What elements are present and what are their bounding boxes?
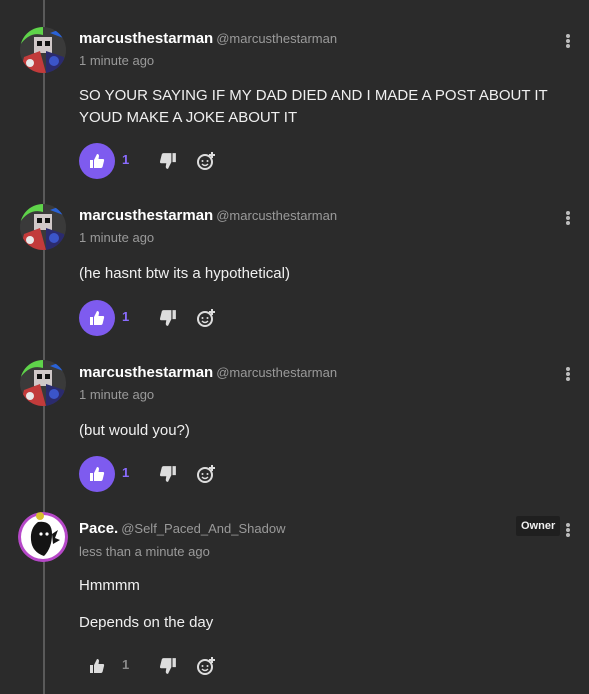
comment-line: (but would you?) <box>79 422 190 439</box>
more-vertical-icon[interactable] <box>562 366 574 384</box>
avatar[interactable] <box>20 27 66 73</box>
like-button[interactable] <box>79 456 115 492</box>
avatar[interactable] <box>20 360 66 406</box>
comment-header: marcusthestarman @marcusthestarman <box>79 207 337 225</box>
more-vertical-icon[interactable] <box>562 33 574 51</box>
thumbs-down-icon[interactable] <box>159 309 177 327</box>
user-handle: @marcusthestarman <box>216 31 338 46</box>
user-handle: @marcusthestarman <box>216 365 338 380</box>
like-count: 1 <box>122 657 130 672</box>
timestamp[interactable]: 1 minute ago <box>79 53 154 68</box>
avatar[interactable] <box>20 204 66 250</box>
more-vertical-icon[interactable] <box>562 210 574 228</box>
username[interactable]: marcusthestarman <box>79 364 213 381</box>
avatar-image <box>20 204 66 250</box>
like-button[interactable] <box>79 648 115 684</box>
comment-actions: 1 <box>79 143 279 179</box>
timestamp[interactable]: 1 minute ago <box>79 387 154 402</box>
add-reaction-icon[interactable] <box>196 308 216 328</box>
like-count: 1 <box>122 152 130 167</box>
timestamp[interactable]: less than a minute ago <box>79 544 210 559</box>
username[interactable]: Pace. <box>79 520 118 537</box>
comment-text: Hmmmm Depends on the day <box>79 575 559 634</box>
like-count: 1 <box>122 465 130 480</box>
comment-header: marcusthestarman @marcusthestarman <box>79 30 337 48</box>
comment-actions: 1 <box>79 648 279 684</box>
avatar-image <box>20 360 66 406</box>
like-button[interactable] <box>79 143 115 179</box>
more-vertical-icon[interactable] <box>562 522 574 540</box>
thread-line <box>43 0 45 694</box>
comment-actions: 1 <box>79 456 279 492</box>
owner-badge: Owner <box>516 516 561 536</box>
comment-actions: 1 <box>79 300 279 336</box>
thumbs-up-icon <box>90 311 105 325</box>
avatar-image <box>20 27 66 73</box>
thumbs-down-icon[interactable] <box>159 152 177 170</box>
thumbs-up-icon <box>90 154 105 168</box>
thumbs-up-icon <box>90 467 105 481</box>
comment-line: YOUD MAKE A JOKE ABOUT IT <box>79 109 298 126</box>
avatar[interactable] <box>18 512 68 562</box>
thumbs-down-icon[interactable] <box>159 657 177 675</box>
comment-text: (but would you?) <box>79 420 559 442</box>
user-handle: @Self_Paced_And_Shadow <box>121 521 286 536</box>
like-button[interactable] <box>79 300 115 336</box>
username[interactable]: marcusthestarman <box>79 30 213 47</box>
like-count: 1 <box>122 309 130 324</box>
thumbs-up-icon <box>90 659 105 673</box>
add-reaction-icon[interactable] <box>196 151 216 171</box>
comment-line: (he hasnt btw its a hypothetical) <box>79 265 290 282</box>
comment-text: SO YOUR SAYING IF MY DAD DIED AND I MADE… <box>79 85 559 129</box>
thumbs-down-icon[interactable] <box>159 465 177 483</box>
comment-line: Hmmmm <box>79 577 140 594</box>
username[interactable]: marcusthestarman <box>79 207 213 224</box>
comment-line: SO YOUR SAYING IF MY DAD DIED AND I MADE… <box>79 87 548 104</box>
comment-header: marcusthestarman @marcusthestarman <box>79 364 337 382</box>
timestamp[interactable]: 1 minute ago <box>79 230 154 245</box>
user-handle: @marcusthestarman <box>216 208 338 223</box>
add-reaction-icon[interactable] <box>196 656 216 676</box>
avatar-image <box>18 512 68 562</box>
comment-text: (he hasnt btw its a hypothetical) <box>79 263 559 285</box>
add-reaction-icon[interactable] <box>196 464 216 484</box>
comment-line: Depends on the day <box>79 614 214 631</box>
comment-header: Pace. @Self_Paced_And_Shadow <box>79 520 285 538</box>
